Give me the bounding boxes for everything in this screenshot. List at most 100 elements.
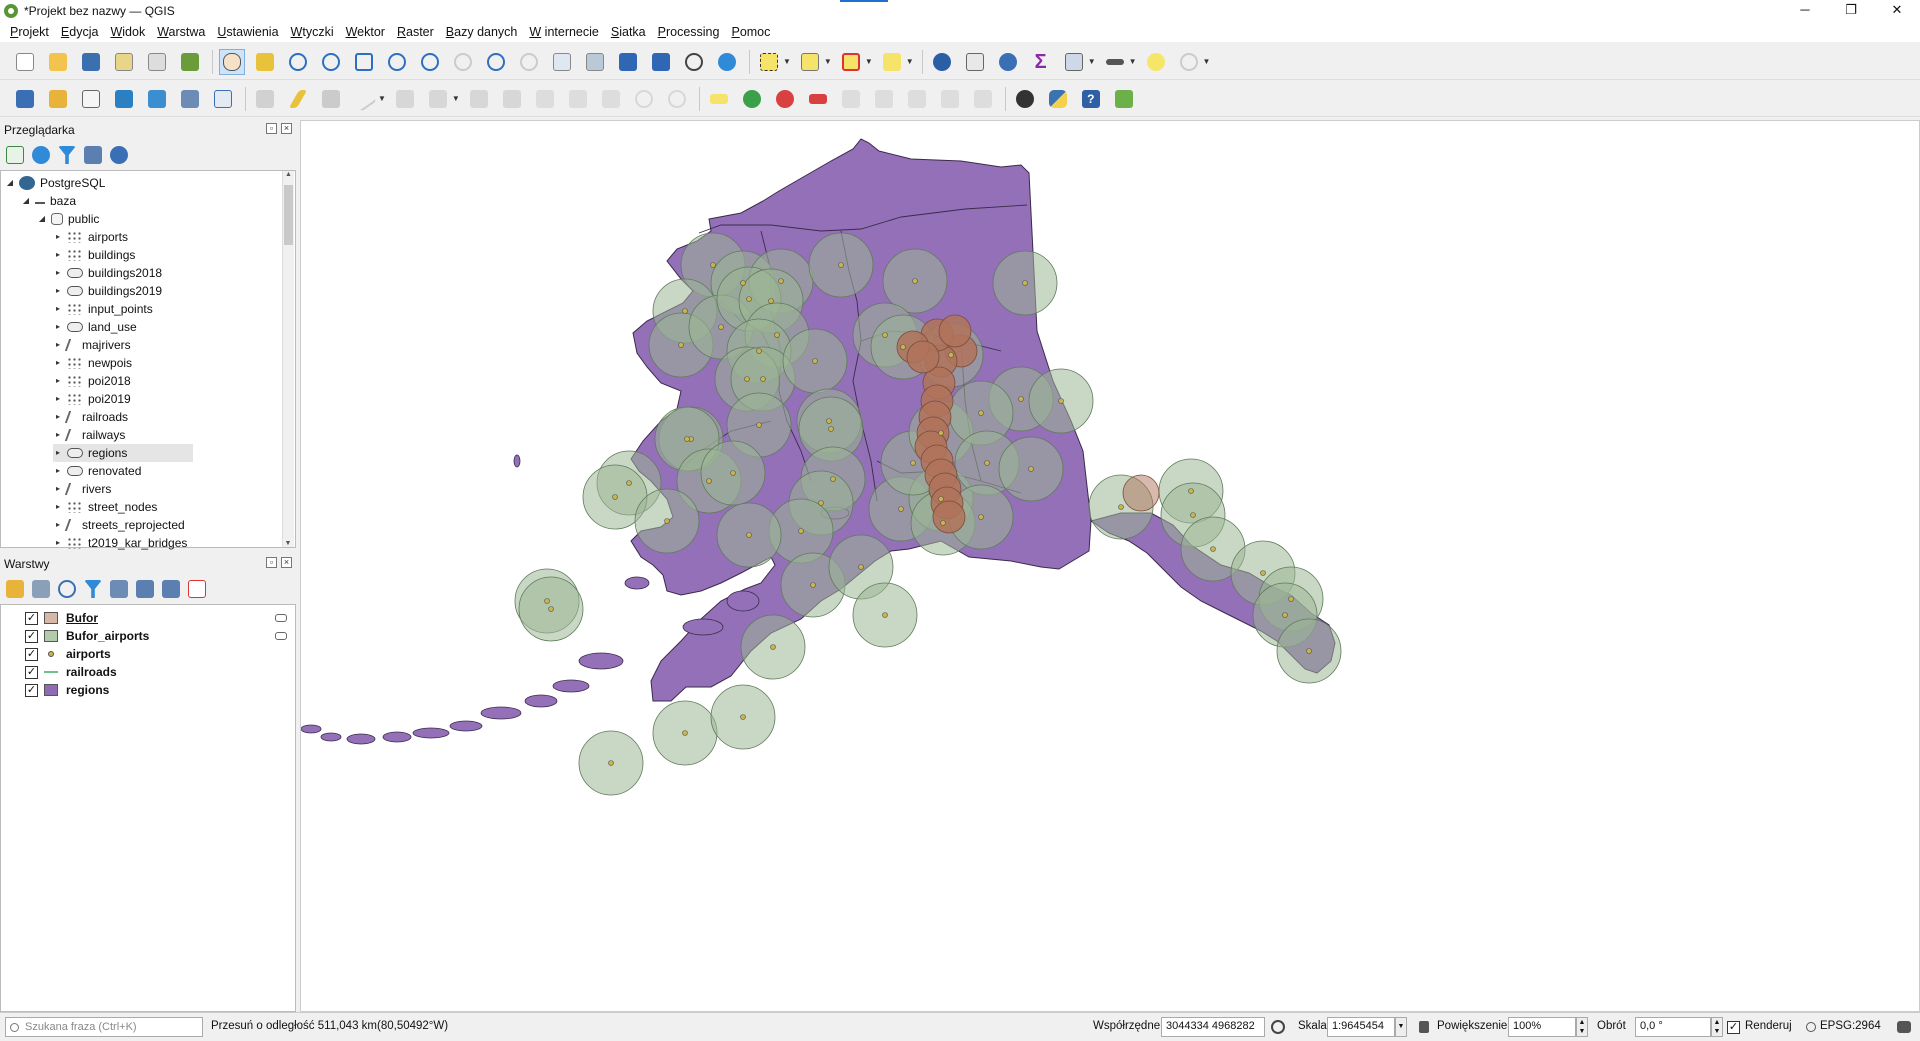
collapse-all-icon[interactable] (84, 146, 102, 164)
chevron-down-icon[interactable]: ▼ (1129, 57, 1137, 66)
scale-field[interactable]: 1:9645454 (1327, 1017, 1395, 1037)
attribute-table-button[interactable] (962, 49, 988, 75)
zoom-in-button[interactable] (285, 49, 311, 75)
zoom-layer-button[interactable] (417, 49, 443, 75)
modify-attributes-button[interactable] (466, 86, 492, 112)
temporal-controller-button[interactable] (681, 49, 707, 75)
label-toolbar-button[interactable] (706, 86, 732, 112)
rotation-spinner-icon[interactable]: ▲ ▼ (1711, 1017, 1723, 1037)
chevron-right-icon[interactable]: ▸ (53, 462, 63, 480)
magnifier-field[interactable]: 100% (1508, 1017, 1576, 1037)
save-project-button[interactable] (78, 49, 104, 75)
vertex-tool-button[interactable] (425, 86, 451, 112)
identify-features-button[interactable] (929, 49, 955, 75)
layer-item[interactable]: ✓ Bufor_airports (25, 627, 291, 645)
chevron-right-icon[interactable]: ▸ (53, 354, 63, 372)
coordinate-field[interactable]: 3044334 4968282 (1161, 1017, 1265, 1037)
show-hide-labels-button[interactable] (805, 86, 831, 112)
remove-layer-icon[interactable] (188, 580, 206, 598)
layer-filter-icon[interactable] (275, 632, 287, 640)
data-source-manager-button[interactable] (12, 86, 38, 112)
menu-projekt[interactable]: Projekt (4, 25, 55, 39)
toggle-extents-icon[interactable] (1271, 1020, 1285, 1034)
digitize-button[interactable] (351, 85, 377, 112)
show-bookmarks-button[interactable] (648, 49, 674, 75)
diagram-options-button[interactable] (739, 86, 765, 112)
tree-node-connection[interactable]: ◢ baza (21, 192, 76, 210)
scroll-up-icon[interactable]: ▲ (283, 171, 294, 178)
tree-node-table[interactable]: ▸ buildings2018 (53, 264, 193, 282)
lock-icon[interactable] (1419, 1021, 1429, 1033)
current-edits-button[interactable] (252, 86, 278, 112)
collapse-all-icon[interactable] (162, 580, 180, 598)
toolbox-button[interactable] (995, 49, 1021, 75)
layer-visibility-checkbox[interactable]: ✓ (25, 629, 38, 643)
tree-node-table[interactable]: ▸ poi2018 (53, 372, 193, 390)
chevron-down-icon[interactable]: ◢ (21, 192, 31, 210)
copy-features-button[interactable] (565, 86, 591, 112)
select-by-location-button[interactable] (879, 49, 905, 75)
new-virtual-layer-button[interactable] (177, 86, 203, 112)
chevron-down-icon[interactable]: ◢ (37, 210, 47, 228)
statistics-button[interactable]: Σ (1028, 49, 1054, 75)
layer-styling-icon[interactable] (6, 580, 24, 598)
tree-node-table[interactable]: ▸ rivers (53, 480, 193, 498)
tree-node-table[interactable]: ▸ poi2019 (53, 390, 193, 408)
tree-node-table[interactable]: ▸ input_points (53, 300, 193, 318)
scrollbar-thumb[interactable] (284, 185, 293, 245)
layer-visibility-checkbox[interactable]: ✓ (25, 665, 38, 679)
tree-node-table[interactable]: ▸ renovated (53, 462, 193, 480)
chevron-right-icon[interactable]: ▸ (53, 282, 63, 300)
zoom-native-button[interactable] (450, 49, 476, 75)
restore-button[interactable]: ❐ (1828, 0, 1874, 22)
layer-filter-icon[interactable] (275, 614, 287, 622)
layer-visibility-checkbox[interactable]: ✓ (25, 611, 38, 625)
map-canvas[interactable] (300, 120, 1920, 1012)
new-map-view-button[interactable] (549, 49, 575, 75)
tree-node-table[interactable]: ▸ railways (53, 426, 193, 444)
paste-features-button[interactable] (598, 86, 624, 112)
tree-node-table[interactable]: ▸ majrivers (53, 336, 193, 354)
new-spatialite-layer-button[interactable] (111, 86, 137, 112)
layer-visibility-checkbox[interactable]: ✓ (25, 683, 38, 697)
chevron-down-icon[interactable]: ▼ (865, 57, 873, 66)
layer-visibility-checkbox[interactable]: ✓ (25, 647, 38, 661)
plugin-button[interactable] (1111, 86, 1137, 112)
info-icon[interactable] (110, 146, 128, 164)
menu-pomoc[interactable]: Pomoc (725, 25, 776, 39)
select-features-button[interactable] (756, 49, 782, 75)
refresh-icon[interactable] (32, 146, 50, 164)
layer-item[interactable]: ✓ airports (25, 645, 291, 663)
new-geopackage-layer-button[interactable] (45, 86, 71, 112)
redo-button[interactable] (664, 86, 690, 112)
chevron-right-icon[interactable]: ▸ (53, 498, 63, 516)
float-panel-icon[interactable]: ▫ (266, 123, 277, 134)
expand-all-icon[interactable] (136, 580, 154, 598)
filter-icon[interactable] (58, 146, 76, 164)
chevron-down-icon[interactable]: ◢ (5, 174, 15, 192)
layer-item[interactable]: ✓ Bufor (25, 609, 291, 627)
tree-node-postgresql[interactable]: ◢ PostgreSQL (5, 174, 105, 192)
zoom-last-button[interactable] (483, 49, 509, 75)
close-button[interactable]: ✕ (1874, 0, 1920, 22)
scale-dropdown-chevron-icon[interactable]: ▼ (1395, 1017, 1407, 1037)
close-icon[interactable]: × (281, 123, 292, 134)
style-manager-button[interactable] (177, 49, 203, 75)
tree-node-table[interactable]: ▸ airports (53, 228, 193, 246)
chevron-down-icon[interactable]: ▼ (783, 57, 791, 66)
chevron-down-icon[interactable]: ▼ (452, 94, 460, 103)
select-by-value-button[interactable] (797, 49, 823, 75)
map-tips-button[interactable] (1143, 49, 1169, 75)
menu-wtyczki[interactable]: Wtyczki (285, 25, 340, 39)
chevron-right-icon[interactable]: ▸ (53, 336, 63, 354)
magnifier-spinner-icon[interactable]: ▲ ▼ (1576, 1017, 1588, 1037)
cut-features-button[interactable] (532, 86, 558, 112)
minimize-button[interactable]: ─ (1782, 0, 1828, 22)
layer-item[interactable]: ✓ regions (25, 681, 291, 699)
menu-ustawienia[interactable]: Ustawienia (211, 25, 284, 39)
zoom-selection-button[interactable] (384, 49, 410, 75)
add-group-icon[interactable] (32, 580, 50, 598)
add-selected-layers-icon[interactable] (6, 146, 24, 164)
tree-node-table[interactable]: ▸ land_use (53, 318, 193, 336)
open-project-button[interactable] (45, 49, 71, 75)
